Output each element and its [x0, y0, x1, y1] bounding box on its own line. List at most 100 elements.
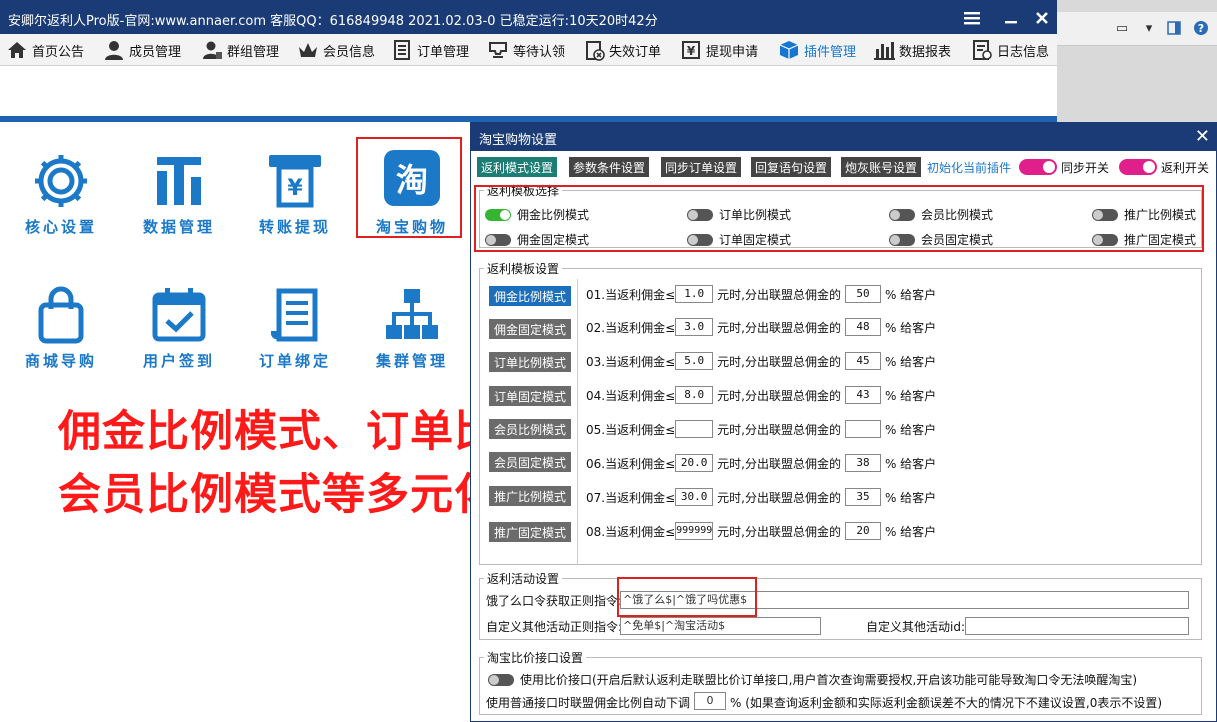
svg-text:?: ?	[1198, 22, 1204, 35]
dropdown-icon[interactable]: ▾	[1140, 19, 1158, 37]
menu-item-pending-claim[interactable]: 等待认领	[487, 37, 565, 63]
rule-prefix: 05.当返利佣金≤	[586, 422, 676, 437]
menu-item-label: 会员信息	[323, 44, 376, 60]
threshold-input[interactable]: 20.0	[675, 454, 714, 472]
data-icon	[148, 150, 210, 212]
highlight-box	[474, 185, 1204, 252]
percent-input[interactable]: 43	[844, 386, 881, 404]
threshold-input[interactable]: 5.0	[675, 352, 714, 370]
panel-icon[interactable]	[1165, 19, 1183, 37]
menu-item-plugins[interactable]: 插件管理	[778, 37, 856, 63]
percent-input[interactable]: 48	[844, 318, 881, 336]
percent-input[interactable]: 38	[844, 454, 881, 472]
window-icon[interactable]: ▭	[1113, 19, 1131, 37]
rule-mid: 元时,分出联盟总佣金的	[717, 490, 841, 505]
menu-item-member-info[interactable]: 会员信息	[297, 37, 375, 63]
price-api-toggle-label: 使用比价接口(开启后默认返利走联盟比价订单接口,用户首次查询需要授权,开启该功能…	[520, 673, 1137, 687]
tile-label: 集群管理	[375, 352, 448, 370]
minimize-icon[interactable]	[1000, 6, 1024, 30]
tab-reply-statements[interactable]: 回复语句设置	[751, 157, 832, 177]
custom-command-input[interactable]: ^免单$|^淘宝活动$	[620, 617, 821, 635]
custom-activity-id-label: 自定义其他活动id:	[866, 620, 965, 634]
menu-item-invalid-orders[interactable]: 失效订单	[583, 37, 661, 63]
percent-input[interactable]: 50	[844, 285, 881, 303]
threshold-input[interactable]: 999999	[675, 522, 714, 540]
tile-mall-guide[interactable]: 商城导购	[6, 284, 116, 384]
menu-item-groups[interactable]: 群组管理	[201, 37, 279, 63]
dialog-title: 淘宝购物设置	[479, 133, 558, 148]
rule-prefix: 02.当返利佣金≤	[586, 320, 676, 335]
help-icon[interactable]: ?	[1192, 19, 1210, 37]
price-api-legend: 淘宝比价接口设置	[484, 649, 587, 666]
template-button-promo-fixed[interactable]: 推广固定模式	[489, 522, 571, 542]
sitemap-icon	[381, 284, 443, 346]
tile-order-binding[interactable]: 订单绑定	[240, 284, 350, 384]
rule-mid: 元时,分出联盟总佣金的	[717, 456, 841, 471]
percent-input[interactable]: 20	[844, 522, 881, 540]
price-api-toggle[interactable]: 使用比价接口(开启后默认返利走联盟比价订单接口,用户首次查询需要授权,开启该功能…	[488, 671, 1137, 688]
rebate-switch[interactable]	[1119, 159, 1157, 175]
template-button-member-ratio[interactable]: 会员比例模式	[489, 419, 571, 439]
template-button-commission-fixed[interactable]: 佣金固定模式	[489, 319, 571, 339]
rule-row: 03.当返利佣金≤ 5.0 元时,分出联盟总佣金的 45 % 给客户	[586, 351, 936, 371]
tab-backup-accounts[interactable]: 炮灰账号设置	[841, 157, 922, 177]
tile-core-settings[interactable]: 核心设置	[6, 150, 116, 250]
tile-label: 商城导购	[24, 352, 97, 370]
auto-adjust-input[interactable]: 0	[694, 692, 726, 710]
tab-rebate-mode[interactable]: 返利模式设置	[477, 157, 558, 177]
menu-item-orders[interactable]: 订单管理	[391, 37, 469, 63]
percent-input[interactable]: 45	[844, 352, 881, 370]
menu-item-label: 失效订单	[609, 44, 662, 60]
menu-item-reports[interactable]: 数据报表	[873, 37, 951, 63]
highlight-box	[617, 577, 757, 617]
tile-data-management[interactable]: 数据管理	[124, 150, 234, 250]
rule-row: 01.当返利佣金≤ 1.0 元时,分出联盟总佣金的 50 % 给客户	[586, 284, 936, 304]
init-plugin-link[interactable]: 初始化当前插件	[927, 159, 1011, 176]
dialog-title-bar: 淘宝购物设置 ✕	[471, 123, 1217, 151]
percent-input[interactable]: 35	[844, 488, 881, 506]
template-button-commission-ratio[interactable]: 佣金比例模式	[489, 286, 571, 306]
rule-mid: 元时,分出联盟总佣金的	[717, 422, 841, 437]
tile-cluster-management[interactable]: 集群管理	[357, 284, 467, 384]
tile-transfer-withdraw[interactable]: ¥ 转账提现	[240, 150, 350, 250]
tab-parameter-conditions[interactable]: 参数条件设置	[569, 157, 650, 177]
percent-input[interactable]	[844, 420, 881, 438]
template-button-member-fixed[interactable]: 会员固定模式	[489, 452, 571, 472]
threshold-input[interactable]	[675, 420, 714, 438]
svg-text:¥: ¥	[687, 44, 696, 58]
template-button-order-ratio[interactable]: 订单比例模式	[489, 352, 571, 372]
list-icon	[391, 39, 413, 61]
custom-activity-id-input[interactable]	[965, 617, 1189, 635]
menu-item-logs[interactable]: 日志信息	[971, 37, 1049, 63]
menu-item-home-notice[interactable]: 首页公告	[6, 37, 84, 63]
template-button-order-fixed[interactable]: 订单固定模式	[489, 386, 571, 406]
threshold-input[interactable]: 1.0	[675, 285, 714, 303]
threshold-input[interactable]: 30.0	[675, 488, 714, 506]
dialog-tabs: 返利模式设置 参数条件设置 同步订单设置 回复语句设置 炮灰账号设置 初始化当前…	[477, 157, 1212, 177]
close-icon[interactable]: ✕	[1195, 126, 1210, 147]
threshold-input[interactable]: 8.0	[675, 386, 714, 404]
tile-label: 数据管理	[142, 218, 215, 236]
menu-item-members[interactable]: 成员管理	[103, 37, 181, 63]
home-icon	[6, 39, 28, 61]
rule-prefix: 07.当返利佣金≤	[586, 490, 676, 505]
tile-label: 用户签到	[142, 352, 215, 370]
shopping-bag-icon	[30, 284, 92, 346]
menu-icon[interactable]	[960, 6, 984, 30]
sync-switch[interactable]	[1019, 159, 1057, 175]
menu-item-label: 订单管理	[417, 44, 470, 60]
selected-tile-highlight	[356, 137, 462, 238]
rule-row: 04.当返利佣金≤ 8.0 元时,分出联盟总佣金的 43 % 给客户	[586, 385, 936, 405]
close-icon[interactable]	[1030, 6, 1054, 30]
rule-row: 08.当返利佣金≤ 999999 元时,分出联盟总佣金的 20 % 给客户	[586, 521, 936, 541]
menu-item-withdrawals[interactable]: ¥ 提现申请	[680, 37, 758, 63]
menu-item-label: 日志信息	[997, 44, 1050, 60]
template-button-promo-ratio[interactable]: 推广比例模式	[489, 486, 571, 506]
tile-user-checkin[interactable]: 用户签到	[124, 284, 234, 384]
menu-item-label: 群组管理	[227, 44, 280, 60]
tile-label: 订单绑定	[258, 352, 331, 370]
menu-item-label: 提现申请	[706, 44, 759, 60]
threshold-input[interactable]: 3.0	[675, 318, 714, 336]
template-settings-legend: 返利模板设置	[484, 260, 563, 277]
tab-sync-orders[interactable]: 同步订单设置	[661, 157, 742, 177]
